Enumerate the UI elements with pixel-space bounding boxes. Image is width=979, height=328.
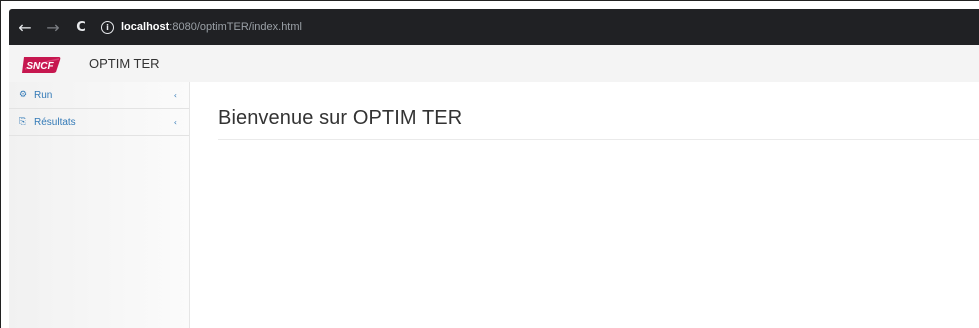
main-content: Bienvenue sur OPTIM TER	[190, 82, 979, 328]
back-icon[interactable]: ←	[13, 15, 37, 39]
app-title[interactable]: OPTIM TER	[89, 56, 160, 71]
reload-icon[interactable]: C	[69, 15, 93, 39]
sidebar-item-run[interactable]: ⚙ Run ‹	[9, 82, 189, 109]
forward-icon[interactable]: →	[41, 15, 65, 39]
sidebar-item-label: Résultats	[34, 116, 76, 128]
logo-text: SNCF	[26, 61, 54, 72]
sidebar: ⚙ Run ‹ ⎘ Résultats ‹	[9, 82, 190, 328]
app-header: SNCF OPTIM TER	[9, 45, 979, 83]
address-bar[interactable]: i localhost :8080/optimTER/index.html	[101, 15, 302, 39]
chevron-left-icon: ‹	[173, 90, 177, 100]
dashboard-icon: ⚙	[19, 90, 28, 100]
url-path: :8080/optimTER/index.html	[169, 21, 302, 33]
sncf-logo[interactable]: SNCF	[21, 53, 61, 75]
sidebar-item-label: Run	[34, 89, 53, 101]
info-icon[interactable]: i	[101, 20, 114, 34]
sidebar-item-resultats[interactable]: ⎘ Résultats ‹	[9, 109, 189, 136]
copy-icon: ⎘	[19, 117, 27, 127]
screenshot-frame: ← → C i localhost :8080/optimTER/index.h…	[0, 0, 979, 328]
page-title: Bienvenue sur OPTIM TER	[218, 107, 463, 129]
title-divider	[218, 139, 979, 140]
chevron-left-icon: ‹	[173, 117, 177, 127]
browser-toolbar: ← → C i localhost :8080/optimTER/index.h…	[9, 9, 979, 45]
url-host: localhost	[121, 21, 170, 33]
